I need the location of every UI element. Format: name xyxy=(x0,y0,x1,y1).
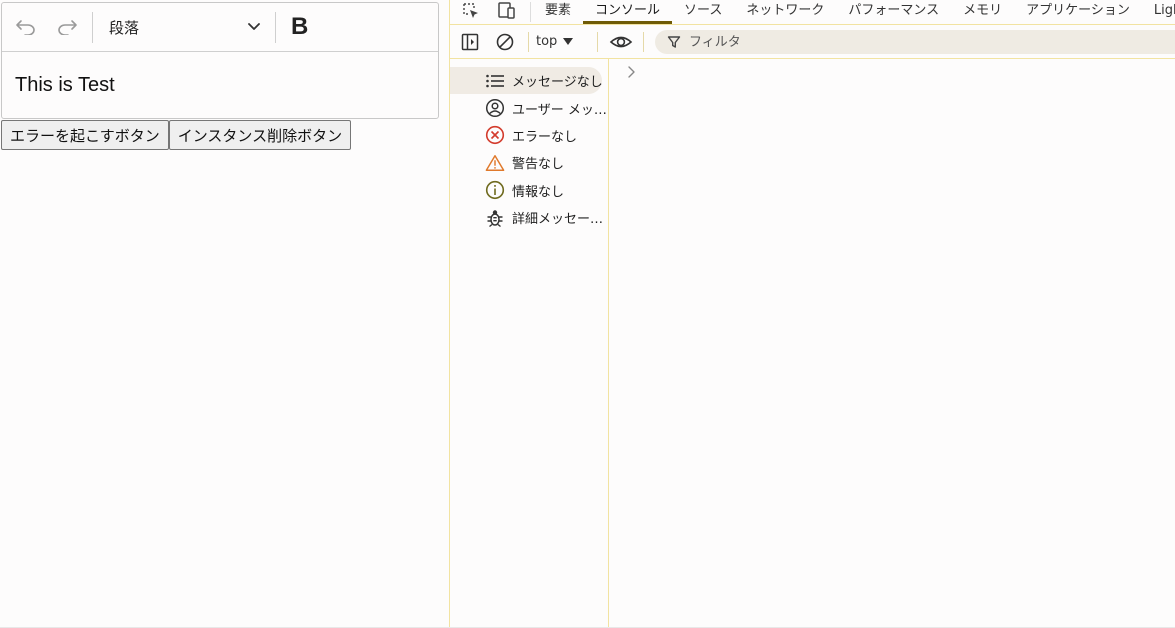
toolbar-divider xyxy=(275,12,276,43)
bug-icon xyxy=(485,208,505,228)
sidebar-item-label: エラーなし xyxy=(512,129,578,145)
editor-text[interactable]: This is Test xyxy=(15,74,115,97)
editor-toolbar: 段落 B xyxy=(2,3,438,52)
console-output[interactable] xyxy=(609,59,1175,628)
clear-console-button[interactable] xyxy=(493,30,517,54)
sidebar-item-warnings[interactable]: 警告なし xyxy=(450,149,608,176)
console-sidebar: メッセージなし ユーザー メッ… エラーなし 警告なし 情報なし 詳細メッセー… xyxy=(450,59,609,628)
toolbar-divider xyxy=(92,12,93,43)
sidebar-item-label: ユーザー メッ… xyxy=(512,102,607,118)
device-toolbar-button[interactable] xyxy=(494,0,518,22)
error-button[interactable]: エラーを起こすボタン xyxy=(1,120,169,150)
info-icon xyxy=(485,180,505,200)
sidebar-item-info[interactable]: 情報なし xyxy=(450,177,608,204)
undo-icon xyxy=(16,20,35,35)
tab-application[interactable]: アプリケーション xyxy=(1014,0,1142,22)
rich-text-editor: 段落 B This is Test xyxy=(1,2,439,119)
sidebar-item-verbose[interactable]: 詳細メッセー… xyxy=(450,204,608,231)
context-label: top xyxy=(536,34,558,49)
block-format-dropdown[interactable]: 段落 xyxy=(109,15,261,39)
tab-elements[interactable]: 要素 xyxy=(533,0,583,22)
devtools-tab-bar: 要素 コンソール ソース ネットワーク パフォーマンス メモリ アプリケーション… xyxy=(450,0,1175,25)
sidebar-icon xyxy=(461,33,479,51)
tab-memory[interactable]: メモリ xyxy=(951,0,1014,22)
toolbar-divider xyxy=(528,32,529,52)
warning-icon xyxy=(485,153,505,173)
tab-performance[interactable]: パフォーマンス xyxy=(836,0,951,22)
filter-bar xyxy=(655,30,1175,54)
filter-icon xyxy=(667,35,681,49)
device-icon xyxy=(498,2,515,19)
devtools-panel: 要素 コンソール ソース ネットワーク パフォーマンス メモリ アプリケーション… xyxy=(449,0,1175,628)
sidebar-item-label: 情報なし xyxy=(512,184,565,200)
list-icon xyxy=(485,71,505,91)
sidebar-item-messages[interactable]: メッセージなし xyxy=(450,67,603,95)
user-icon xyxy=(485,98,505,118)
web-page: 段落 B This is Test エラーを起こすボタン インスタンス削除ボタン xyxy=(0,0,449,628)
redo-icon xyxy=(58,20,77,35)
devtools-tabs: 要素 コンソール ソース ネットワーク パフォーマンス メモリ アプリケーション… xyxy=(533,0,1175,24)
chevron-down-icon xyxy=(248,23,260,30)
button-row: エラーを起こすボタン インスタンス削除ボタン xyxy=(1,120,352,150)
tab-divider xyxy=(530,2,531,22)
sidebar-item-label: メッセージなし xyxy=(512,75,603,91)
redo-button[interactable] xyxy=(55,15,79,39)
tab-sources[interactable]: ソース xyxy=(672,0,734,22)
filter-input[interactable] xyxy=(687,33,1091,51)
sidebar-item-label: 詳細メッセー… xyxy=(512,212,604,228)
toggle-sidebar-button[interactable] xyxy=(458,30,482,54)
tab-console[interactable]: コンソール xyxy=(583,0,673,24)
inspect-icon xyxy=(463,3,478,18)
dropdown-arrow-icon xyxy=(563,37,574,45)
clear-icon xyxy=(496,33,514,51)
bold-button[interactable]: B xyxy=(291,13,308,41)
context-selector[interactable]: top xyxy=(536,34,574,49)
toolbar-divider xyxy=(597,32,598,52)
sidebar-item-user-messages[interactable]: ユーザー メッ… xyxy=(450,94,608,121)
tab-lighthouse[interactable]: Lighthouse xyxy=(1142,0,1175,22)
sidebar-item-label: 警告なし xyxy=(512,157,565,173)
toolbar-divider xyxy=(643,32,644,52)
live-expression-button[interactable] xyxy=(609,30,633,54)
console-prompt-chevron-icon xyxy=(628,66,635,78)
sidebar-item-errors[interactable]: エラーなし xyxy=(450,122,608,149)
undo-button[interactable] xyxy=(14,15,38,39)
eye-icon xyxy=(609,36,633,48)
inspect-element-button[interactable] xyxy=(459,0,483,22)
console-toolbar: top xyxy=(450,25,1175,59)
delete-instance-button[interactable]: インスタンス削除ボタン xyxy=(168,120,352,150)
error-icon xyxy=(485,125,505,145)
tab-network[interactable]: ネットワーク xyxy=(734,0,836,22)
block-format-label: 段落 xyxy=(109,18,140,37)
